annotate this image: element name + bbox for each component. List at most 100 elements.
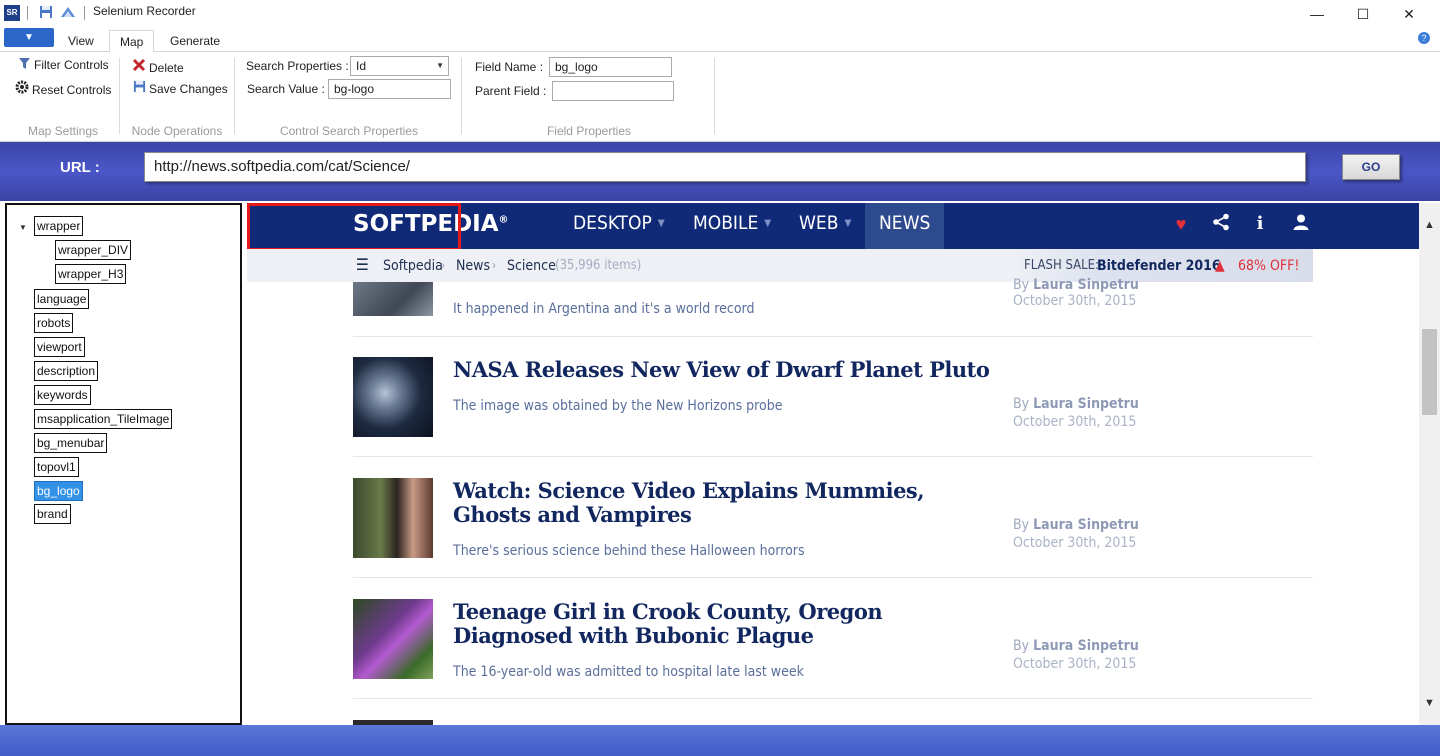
control-tree: ▼ wrapper wrapper_DIV wrapper_H3 languag… — [5, 203, 242, 725]
scroll-down-icon[interactable]: ▼ — [1422, 697, 1437, 709]
tree-node-description[interactable]: description — [34, 361, 99, 381]
chevron-down-icon: ▼ — [844, 217, 852, 229]
reset-controls-button[interactable]: Reset Controls — [15, 80, 111, 97]
minimize-button[interactable]: — — [1294, 0, 1340, 28]
list-item[interactable]: Watch: Science Video Explains Mummies, G… — [353, 478, 1313, 578]
warning-icon: ▲ — [1215, 258, 1225, 274]
map-settings-group-label: Map Settings — [27, 124, 99, 138]
article-thumbnail[interactable] — [353, 478, 433, 558]
save-changes-button[interactable]: Save Changes — [132, 80, 228, 96]
floppy-disk-icon — [132, 80, 146, 96]
menu-icon[interactable]: ☰ — [356, 255, 369, 274]
article-author[interactable]: Laura Sinpetru — [1033, 277, 1139, 293]
article-author[interactable]: Laura Sinpetru — [1033, 638, 1139, 654]
tree-node-bg-logo[interactable]: bg_logo — [34, 481, 83, 501]
tab-map[interactable]: Map — [109, 30, 155, 53]
close-button[interactable]: ✕ — [1386, 0, 1432, 28]
application-menu-button[interactable]: ▼ — [4, 28, 54, 47]
tree-node-brand[interactable]: brand — [34, 504, 71, 524]
tree-node-language[interactable]: language — [34, 289, 90, 309]
list-item[interactable]: NASA Releases New View of Dwarf Planet P… — [353, 357, 1313, 457]
nav-desktop[interactable]: DESKTOP ▼ — [573, 203, 665, 249]
article-date: October 30th, 2015 — [1013, 414, 1137, 430]
tree-node-robots[interactable]: robots — [34, 313, 74, 333]
url-label: URL : — [60, 159, 100, 176]
tab-generate[interactable]: Generate — [160, 30, 230, 53]
go-button[interactable]: GO — [1342, 154, 1400, 180]
tree-node-wrapper-div[interactable]: wrapper_DIV — [55, 240, 132, 260]
search-value-input[interactable]: bg-logo — [328, 79, 451, 99]
tree-node-wrapper[interactable]: wrapper — [34, 216, 84, 236]
nav-news[interactable]: NEWS — [865, 203, 945, 249]
scroll-thumb[interactable] — [1422, 329, 1437, 415]
share-icon[interactable] — [1210, 213, 1232, 235]
breadcrumb-news[interactable]: News — [456, 258, 490, 274]
article-divider — [353, 698, 1313, 699]
article-title[interactable]: Watch: Science Video Explains Mummies, G… — [453, 479, 993, 527]
nav-news-label: NEWS — [879, 212, 931, 234]
list-item[interactable]: Teenage Girl in Crook County, Oregon Dia… — [353, 599, 1313, 699]
item-count: (35,996 items) — [555, 258, 642, 273]
article-author[interactable]: Laura Sinpetru — [1033, 517, 1139, 533]
filter-controls-label: Filter Controls — [34, 58, 109, 72]
article-title[interactable]: NASA Releases New View of Dwarf Planet P… — [453, 358, 993, 382]
tab-view[interactable]: View — [58, 30, 104, 53]
tree-node-viewport[interactable]: viewport — [34, 337, 85, 357]
node-operations-group-label: Node Operations — [131, 124, 223, 138]
tree-node-msapplication-tileimage[interactable]: msapplication_TileImage — [34, 409, 173, 429]
gear-icon — [15, 80, 29, 97]
chevron-down-icon: ▼ — [764, 217, 772, 229]
tree-node-wrapper-h3[interactable]: wrapper_H3 — [55, 264, 127, 284]
byline-prefix: By — [1013, 638, 1030, 654]
article-byline: By Laura Sinpetru — [1013, 638, 1139, 654]
upload-quick-icon[interactable] — [60, 5, 76, 21]
list-item[interactable]: It happened in Argentina and it's a worl… — [353, 277, 1313, 338]
article-byline: By Laura Sinpetru — [1013, 396, 1139, 412]
control-search-group-label: Control Search Properties — [279, 124, 419, 138]
group-separator — [461, 58, 462, 134]
tree-node-bg-menubar[interactable]: bg_menubar — [34, 433, 108, 453]
article-thumbnail[interactable] — [353, 599, 433, 679]
search-value-label: Search Value : — [247, 82, 325, 96]
delete-label: Delete — [149, 61, 184, 75]
maximize-button[interactable]: ☐ — [1340, 0, 1386, 28]
article-thumbnail[interactable] — [353, 357, 433, 437]
nav-mobile[interactable]: MOBILE ▼ — [693, 203, 771, 249]
dropdown-arrow-icon: ▼ — [436, 61, 444, 70]
parent-field-input[interactable] — [552, 81, 674, 101]
article-divider — [353, 577, 1313, 578]
help-icon[interactable]: ? — [1418, 32, 1430, 44]
filter-controls-button[interactable]: Filter Controls — [17, 58, 109, 72]
info-icon[interactable]: i — [1249, 213, 1271, 235]
ribbon-tabs: ▼ View Map Generate ? — [0, 28, 1440, 53]
status-bar — [0, 725, 1440, 756]
tree-node-topovl1[interactable]: topovl1 — [34, 457, 79, 477]
field-name-input[interactable]: bg_logo — [549, 57, 672, 77]
byline-prefix: By — [1013, 517, 1030, 533]
article-title[interactable]: Teenage Girl in Crook County, Oregon Dia… — [453, 600, 993, 648]
tree-node-keywords[interactable]: keywords — [34, 385, 91, 405]
delete-button[interactable]: Delete — [132, 58, 184, 75]
search-properties-label: Search Properties : — [246, 59, 349, 73]
scroll-up-icon[interactable]: ▲ — [1422, 219, 1437, 231]
heart-icon[interactable]: ♥ — [1170, 213, 1192, 235]
user-icon[interactable] — [1290, 213, 1312, 235]
reset-controls-label: Reset Controls — [32, 83, 112, 97]
save-quick-icon[interactable] — [38, 5, 54, 21]
breadcrumb-softpedia[interactable]: Softpedia — [383, 258, 443, 274]
article-author[interactable]: Laura Sinpetru — [1033, 396, 1139, 412]
article-subtitle: It happened in Argentina and it's a worl… — [453, 301, 755, 317]
search-properties-value: Id — [356, 59, 367, 73]
nav-web[interactable]: WEB ▼ — [799, 203, 851, 249]
flash-sale-offer: 68% OFF! — [1238, 258, 1300, 274]
article-divider — [353, 336, 1313, 337]
url-input[interactable]: http://news.softpedia.com/cat/Science/ — [144, 152, 1306, 182]
save-changes-label: Save Changes — [149, 82, 228, 96]
field-name-label: Field Name : — [475, 60, 544, 74]
expand-arrow-icon[interactable]: ▼ — [19, 223, 27, 232]
browser-scrollbar[interactable]: ▲ ▼ — [1419, 203, 1440, 725]
article-thumbnail[interactable] — [353, 282, 433, 316]
search-properties-select[interactable]: Id ▼ — [350, 56, 449, 76]
breadcrumb-science[interactable]: Science — [507, 258, 556, 274]
article-subtitle: The 16-year-old was admitted to hospital… — [453, 664, 804, 680]
